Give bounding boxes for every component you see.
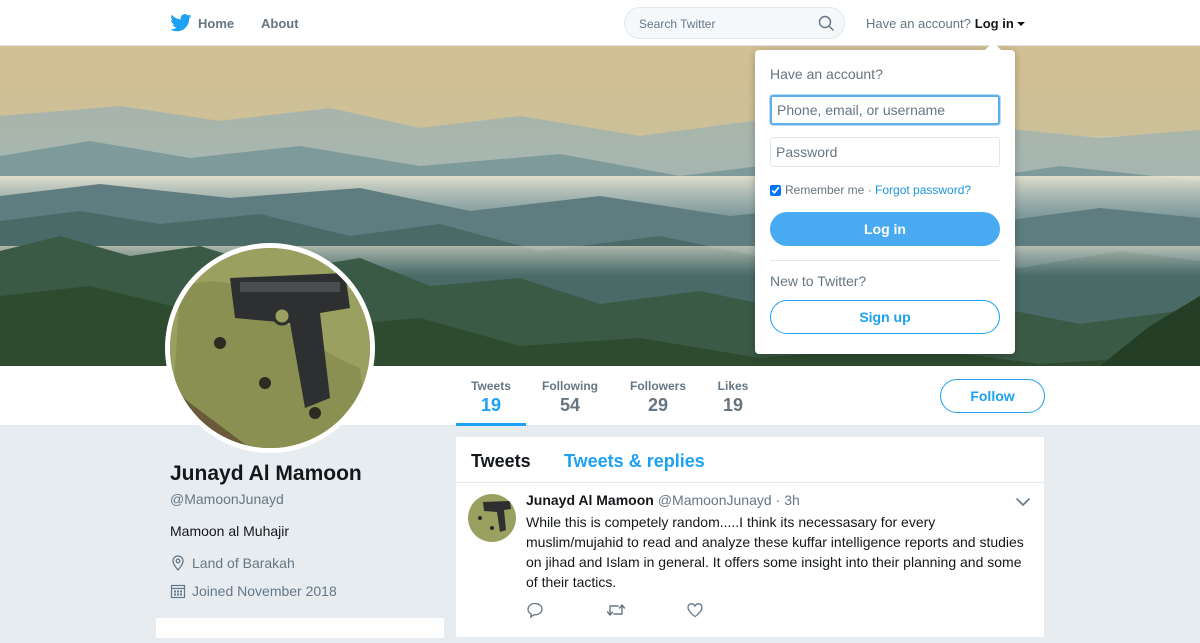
stat-tweets[interactable]: Tweets 19 — [456, 366, 526, 426]
profile-avatar[interactable] — [165, 243, 375, 453]
stat-likes[interactable]: Likes 19 — [710, 366, 756, 426]
stat-likes-value: 19 — [722, 395, 744, 415]
top-navigation-bar: Home About Have an account? Log in — [0, 0, 1200, 46]
timeline-tabs: Tweets Tweets & replies — [456, 437, 1044, 483]
search-box — [624, 7, 845, 40]
timeline: Tweets Tweets & replies Junayd Al Mamoon… — [456, 437, 1044, 637]
stat-followers-value: 29 — [647, 395, 669, 415]
tweet-author-handle[interactable]: @MamoonJunayd — [658, 492, 772, 508]
location-pin-icon — [172, 555, 184, 571]
heart-icon — [687, 603, 703, 618]
search-icon[interactable] — [818, 15, 834, 31]
stat-following-label: Following — [542, 379, 598, 393]
stat-followers[interactable]: Followers 29 — [624, 366, 692, 426]
like-action[interactable] — [686, 601, 766, 621]
nav-home-label: Home — [198, 15, 235, 31]
location-text: Land of Barakah — [192, 555, 295, 571]
login-link-label: Log in — [974, 15, 1014, 31]
tweet-author-name[interactable]: Junayd Al Mamoon — [526, 492, 654, 508]
login-submit-button[interactable]: Log in — [770, 212, 1000, 246]
profile-bio: Mamoon al Muhajir — [170, 523, 290, 539]
login-area: Have an account? Log in — [866, 0, 1025, 46]
stat-tweets-label: Tweets — [471, 379, 511, 393]
twitter-bird-icon — [170, 14, 192, 32]
profile-joined: Joined November 2018 — [170, 583, 337, 599]
reply-action[interactable] — [526, 601, 606, 621]
caret-down-icon — [1016, 21, 1025, 26]
stat-following-value: 54 — [559, 395, 581, 415]
login-dropdown: Have an account? Remember me · Forgot pa… — [755, 42, 1015, 354]
dropdown-divider — [770, 260, 1000, 261]
tweet-item[interactable]: Junayd Al Mamoon @MamoonJunayd · 3h Whil… — [456, 483, 1044, 643]
remember-me-checkbox[interactable] — [770, 184, 781, 196]
calendar-icon — [170, 584, 186, 599]
stat-likes-label: Likes — [717, 379, 749, 393]
tweet-timestamp[interactable]: · 3h — [776, 492, 800, 508]
nav-about-link[interactable]: About — [261, 0, 299, 46]
tweet-actions — [526, 601, 766, 621]
sidebar-card — [156, 618, 444, 638]
tweet-text: While this is competely random.....I thi… — [526, 514, 1024, 590]
follow-button[interactable]: Follow — [940, 379, 1045, 413]
have-account-text: Have an account? — [866, 15, 971, 31]
stat-followers-label: Followers — [629, 379, 686, 393]
username-field[interactable] — [770, 95, 1000, 125]
tweet-header: Junayd Al Mamoon @MamoonJunayd · 3h — [526, 492, 800, 508]
profile-location: Land of Barakah — [170, 555, 295, 571]
remember-me-label[interactable]: Remember me — [785, 183, 864, 197]
nav-home-link[interactable]: Home — [170, 0, 234, 46]
forgot-password-link[interactable]: Forgot password? — [875, 183, 971, 197]
login-dropdown-title: Have an account? — [770, 66, 883, 82]
retweet-action[interactable] — [606, 601, 686, 621]
profile-name[interactable]: Junayd Al Mamoon — [170, 462, 362, 486]
tab-tweets[interactable]: Tweets — [471, 451, 531, 472]
joined-text: Joined November 2018 — [192, 583, 337, 599]
tab-tweets-and-replies[interactable]: Tweets & replies — [564, 451, 705, 472]
chevron-down-icon[interactable] — [1016, 497, 1030, 507]
signup-button[interactable]: Sign up — [770, 300, 1000, 334]
new-to-twitter-text: New to Twitter? — [770, 273, 867, 289]
stat-following[interactable]: Following 54 — [536, 366, 604, 426]
search-input[interactable] — [637, 8, 816, 40]
remember-row: Remember me · Forgot password? — [770, 183, 971, 197]
login-dropdown-toggle[interactable]: Log in — [975, 16, 1025, 31]
password-field[interactable] — [770, 137, 1000, 167]
retweet-icon — [606, 604, 626, 616]
stat-tweets-value: 19 — [480, 395, 502, 415]
profile-handle[interactable]: @MamoonJunayd — [170, 491, 284, 507]
reply-icon — [527, 602, 543, 619]
remember-separator: · — [864, 183, 876, 197]
tweet-avatar[interactable] — [468, 494, 516, 542]
